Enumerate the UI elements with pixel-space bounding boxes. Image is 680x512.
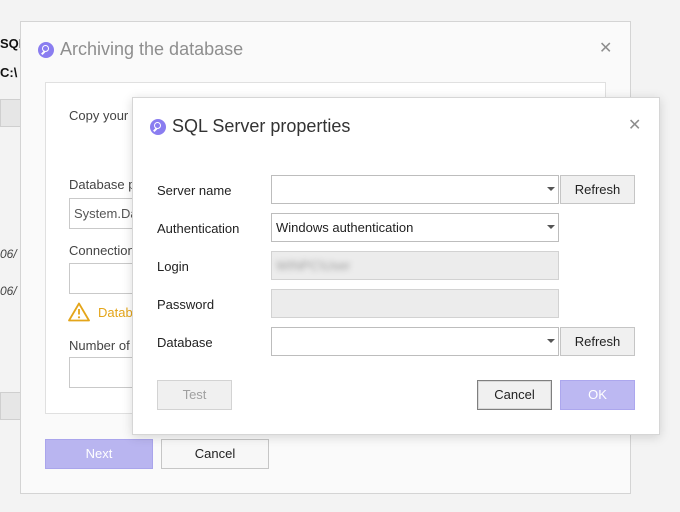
next-button[interactable]: Next — [45, 439, 153, 469]
test-button[interactable]: Test — [157, 380, 232, 410]
server-name-label: Server name — [157, 183, 232, 198]
copy-instructions: Copy your — [69, 108, 129, 123]
bg-app-button — [0, 99, 22, 127]
database-label: Database — [157, 335, 213, 350]
archive-dialog-title-text: Archiving the database — [60, 39, 244, 59]
database-warning: Datab — [68, 302, 133, 322]
authentication-label: Authentication — [157, 221, 240, 236]
bg-app-date: 06/ — [0, 247, 17, 261]
sql-dialog-title-text: SQL Server properties — [172, 116, 351, 136]
connection-field[interactable] — [69, 263, 139, 294]
close-icon[interactable]: ✕ — [599, 41, 612, 57]
login-label: Login — [157, 259, 189, 274]
outer-cancel-button[interactable]: Cancel — [161, 439, 269, 469]
close-icon[interactable]: ✕ — [628, 118, 641, 134]
archive-dialog-title: Archiving the database — [38, 39, 243, 60]
number-label: Number of — [69, 338, 130, 353]
bg-app-date: 06/ — [0, 284, 17, 298]
server-name-select[interactable] — [271, 175, 559, 204]
login-field: WINPC\User — [271, 251, 559, 280]
password-label: Password — [157, 297, 215, 312]
database-path-label: Database p — [69, 177, 136, 192]
warning-icon — [68, 302, 90, 322]
chevron-down-icon[interactable] — [547, 339, 555, 343]
bg-app-path: C:\ — [0, 65, 18, 80]
chevron-down-icon[interactable] — [547, 225, 555, 229]
bg-app-button — [0, 392, 22, 420]
sql-cancel-button[interactable]: Cancel — [477, 380, 552, 410]
authentication-value: Windows authentication — [276, 220, 414, 235]
number-field[interactable] — [69, 357, 139, 388]
database-select[interactable] — [271, 327, 559, 356]
refresh-servers-button[interactable]: Refresh — [560, 175, 635, 204]
database-path-field[interactable]: System.Da — [69, 198, 139, 229]
app-logo-icon — [38, 41, 54, 58]
login-value: WINPC\User — [276, 258, 351, 273]
refresh-databases-button[interactable]: Refresh — [560, 327, 635, 356]
authentication-select[interactable]: Windows authentication — [271, 213, 559, 242]
ok-button[interactable]: OK — [560, 380, 635, 410]
sql-dialog-title: SQL Server properties — [150, 116, 350, 137]
password-field — [271, 289, 559, 318]
warning-text: Datab — [98, 304, 133, 320]
connection-label: Connection — [69, 243, 135, 258]
chevron-down-icon[interactable] — [547, 187, 555, 191]
app-logo-icon — [150, 118, 166, 135]
